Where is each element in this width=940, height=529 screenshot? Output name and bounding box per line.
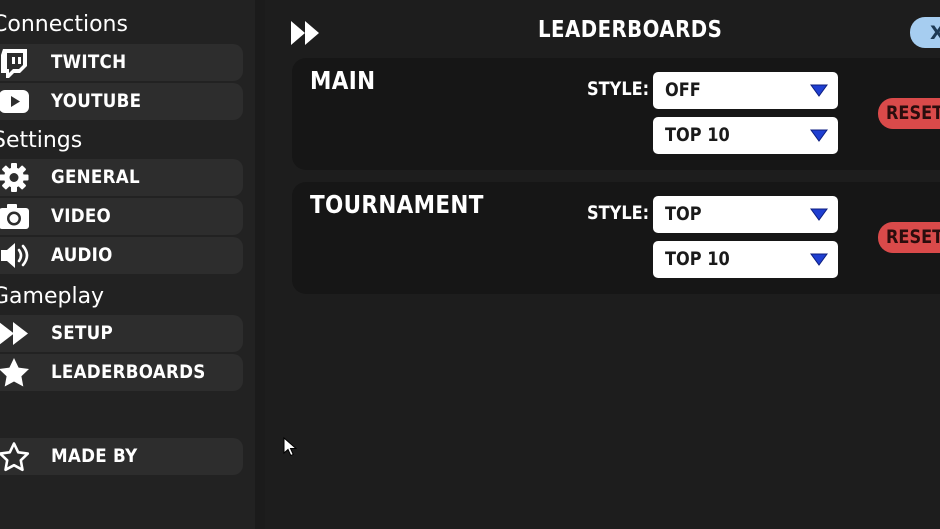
gear-icon <box>0 162 30 193</box>
leaderboard-card-main: MAIN STYLE: OFF TOP 10 RESET <box>292 58 940 170</box>
section-title-settings: Settings <box>0 128 83 153</box>
close-label: X <box>930 22 940 44</box>
chevron-down-icon <box>810 208 828 221</box>
section-title-gameplay: Gameplay <box>0 284 105 309</box>
reset-button[interactable]: RESET <box>878 98 940 129</box>
fast-forward-icon <box>0 318 30 349</box>
sidebar-item-label: AUDIO <box>51 244 113 266</box>
reset-button[interactable]: RESET <box>878 222 940 253</box>
style-select-value: TOP <box>665 203 702 225</box>
count-select-value: TOP 10 <box>665 124 730 146</box>
chevron-down-icon <box>810 253 828 266</box>
sidebar-item-video[interactable]: VIDEO <box>0 198 243 235</box>
camera-icon <box>0 201 30 232</box>
sidebar-item-label: MADE BY <box>51 445 138 467</box>
card-title: MAIN <box>310 66 376 95</box>
chevron-down-icon <box>810 129 828 142</box>
sidebar-item-label: TWITCH <box>51 51 127 73</box>
mouse-cursor-icon <box>283 437 297 457</box>
speaker-icon <box>0 240 30 271</box>
fast-forward-icon <box>291 21 319 45</box>
sidebar-item-general[interactable]: GENERAL <box>0 159 243 196</box>
chevron-down-icon <box>810 84 828 97</box>
reset-label: RESET <box>886 102 940 124</box>
style-label: STYLE: <box>587 202 650 224</box>
sidebar-item-label: YOUTUBE <box>51 90 142 112</box>
sidebar-item-made-by[interactable]: MADE BY <box>0 438 243 475</box>
sidebar-item-leaderboards[interactable]: LEADERBOARDS <box>0 354 243 391</box>
sidebar-item-label: GENERAL <box>51 166 140 188</box>
count-select[interactable]: TOP 10 <box>653 241 838 278</box>
star-outline-icon <box>0 441 30 472</box>
sidebar: Connections TWITCH YOUTUBE Settings GENE… <box>0 0 255 529</box>
count-select[interactable]: TOP 10 <box>653 117 838 154</box>
leaderboard-card-tournament: TOURNAMENT STYLE: TOP TOP 10 RESET <box>292 182 940 294</box>
sidebar-item-youtube[interactable]: YOUTUBE <box>0 83 243 120</box>
sidebar-item-setup[interactable]: SETUP <box>0 315 243 352</box>
star-icon <box>0 357 30 388</box>
style-select-value: OFF <box>665 79 701 101</box>
card-title: TOURNAMENT <box>310 190 484 219</box>
sidebar-item-twitch[interactable]: TWITCH <box>0 44 243 81</box>
sidebar-item-label: SETUP <box>51 322 114 344</box>
reset-label: RESET <box>886 226 940 248</box>
sidebar-item-audio[interactable]: AUDIO <box>0 237 243 274</box>
section-title-connections: Connections <box>0 12 128 37</box>
page-title: LEADERBOARDS <box>538 17 723 43</box>
close-button[interactable]: X <box>910 17 940 48</box>
sidebar-item-label: LEADERBOARDS <box>51 361 206 383</box>
count-select-value: TOP 10 <box>665 248 730 270</box>
sidebar-item-label: VIDEO <box>51 205 112 227</box>
style-select[interactable]: OFF <box>653 72 838 109</box>
style-select[interactable]: TOP <box>653 196 838 233</box>
youtube-icon <box>0 86 30 117</box>
twitch-icon <box>0 47 30 78</box>
style-label: STYLE: <box>587 78 650 100</box>
